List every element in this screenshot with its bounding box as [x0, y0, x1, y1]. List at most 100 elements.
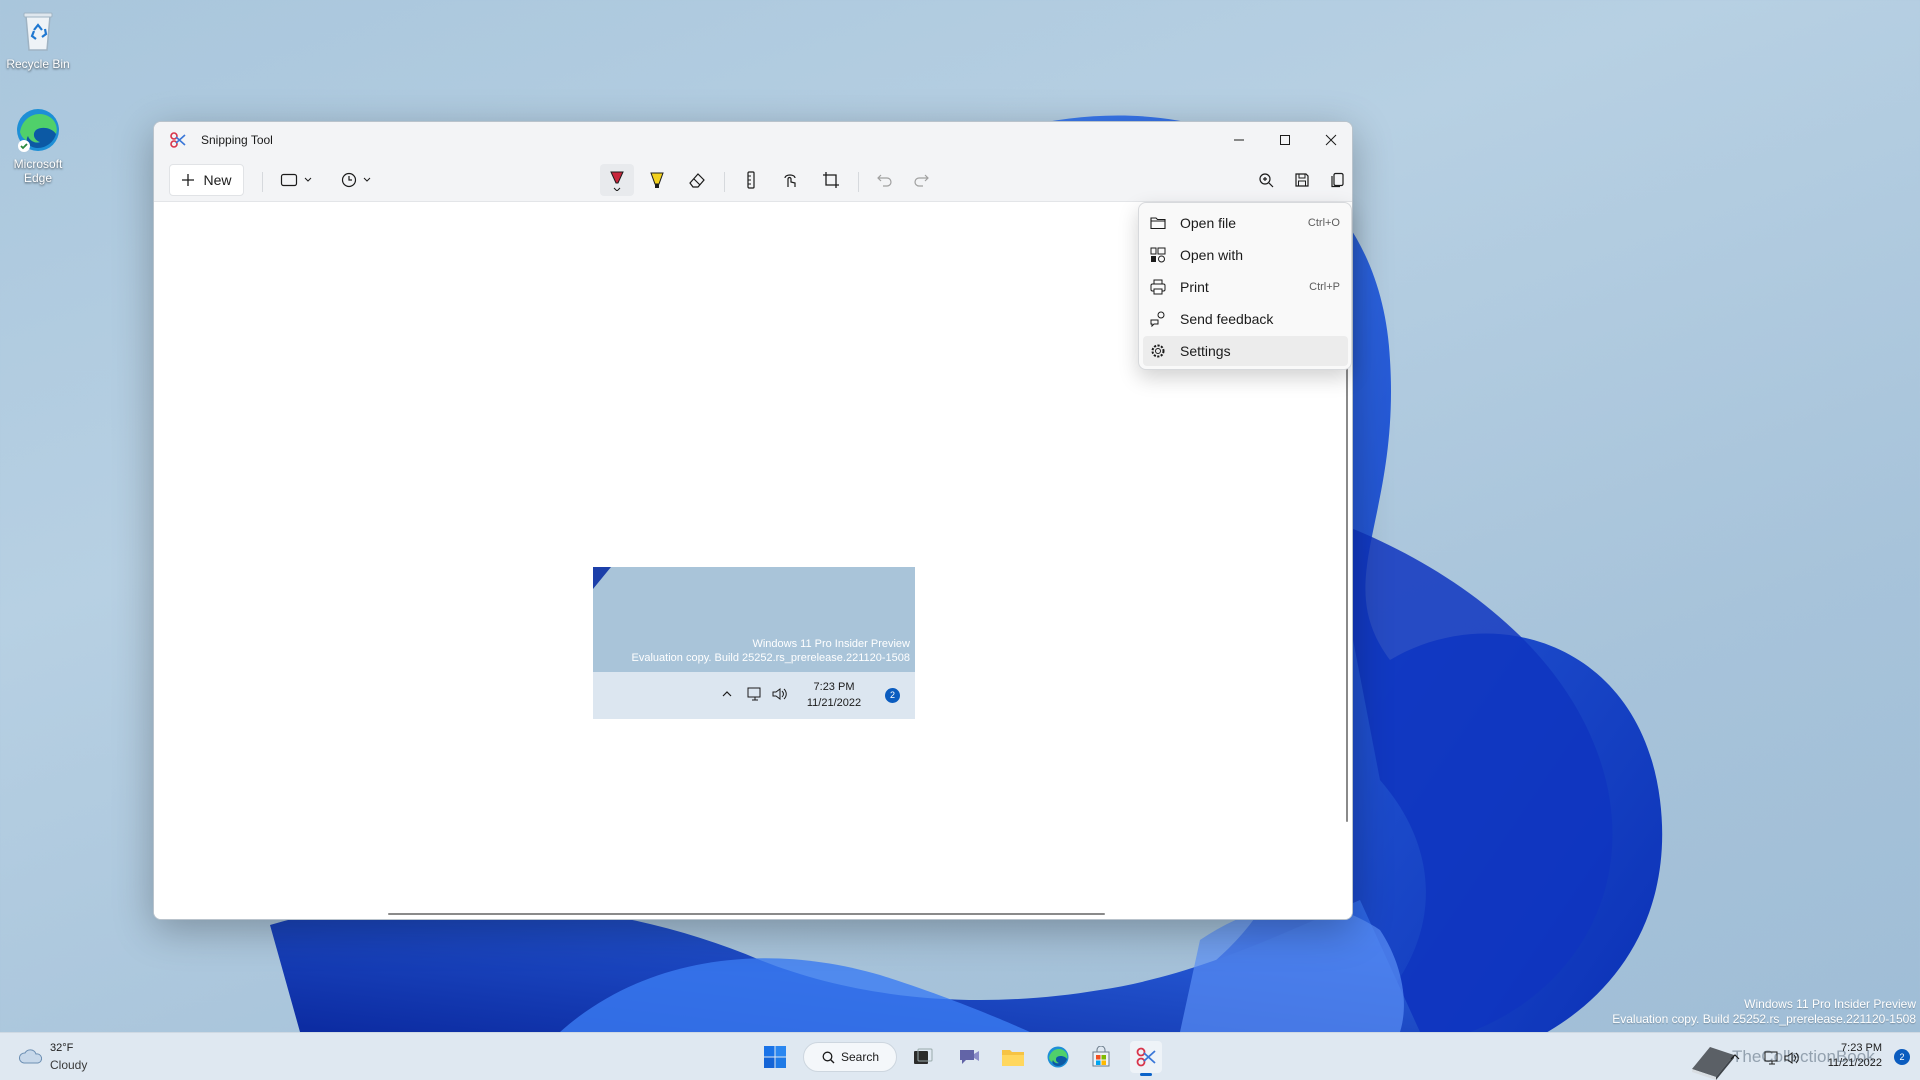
task-view-button[interactable]	[907, 1041, 939, 1073]
edge-taskbar-button[interactable]	[1042, 1041, 1074, 1073]
minimize-button[interactable]	[1216, 122, 1262, 158]
ruler-button[interactable]	[734, 164, 768, 196]
desktop-icon-label: Microsoft Edge	[13, 157, 63, 185]
zoom-icon	[1259, 173, 1274, 188]
volume-icon	[772, 688, 787, 700]
save-button[interactable]	[1285, 164, 1319, 196]
new-button-label: New	[203, 172, 232, 188]
horizontal-scrollbar[interactable]	[388, 913, 1105, 915]
crop-button[interactable]	[814, 164, 848, 196]
search-icon	[822, 1051, 835, 1063]
system-tray: TheCollectionBook 7:23 PM 11/21/2022 2	[1680, 1033, 1920, 1080]
taskbar-time: 7:23 PM	[1841, 1042, 1882, 1054]
toolbar-separator	[858, 172, 859, 192]
feedback-icon	[1150, 311, 1165, 327]
menu-item-label: Open file	[1180, 215, 1237, 231]
more-options-menu: Open file Ctrl+O Open with Print Ctrl+P …	[1138, 202, 1352, 370]
taskbar: 32°F Cloudy Search TheCollectionBook 7:2…	[0, 1032, 1920, 1080]
ballpoint-pen-icon	[610, 171, 624, 191]
chevron-up-icon	[722, 691, 732, 697]
desktop-watermark-line1: Windows 11 Pro Insider Preview	[1744, 997, 1916, 1011]
ruler-icon	[747, 171, 755, 189]
maximize-icon	[1280, 135, 1290, 145]
chat-button[interactable]	[953, 1041, 985, 1073]
crop-icon	[823, 172, 839, 188]
menu-item-send-feedback[interactable]: Send feedback	[1143, 304, 1348, 334]
chevron-up-icon[interactable]	[1730, 1053, 1740, 1061]
weather-condition: Cloudy	[50, 1058, 88, 1072]
desktop-icon-edge[interactable]: Microsoft Edge	[1, 106, 75, 185]
copy-button[interactable]	[1321, 164, 1352, 196]
ballpoint-pen-button[interactable]	[600, 164, 634, 196]
menu-item-label: Send feedback	[1180, 311, 1274, 327]
edge-icon	[1047, 1046, 1069, 1068]
window-title: Snipping Tool	[201, 133, 273, 147]
chevron-down-icon	[363, 177, 371, 182]
menu-item-print[interactable]: Print Ctrl+P	[1143, 272, 1348, 302]
undo-icon	[877, 174, 892, 187]
file-explorer-button[interactable]	[997, 1041, 1029, 1073]
snipping-tool-app-icon	[169, 131, 187, 149]
printer-icon	[1150, 279, 1166, 295]
snipping-tool-taskbar-button[interactable]	[1130, 1041, 1162, 1076]
snip-mode-dropdown[interactable]	[272, 164, 320, 196]
minimize-icon	[1234, 139, 1244, 141]
network-icon	[747, 687, 761, 701]
eraser-button[interactable]	[680, 164, 714, 196]
search-label: Search	[841, 1050, 880, 1064]
captured-watermark-line1: Windows 11 Pro Insider Preview	[752, 638, 910, 650]
menu-item-open-file[interactable]: Open file Ctrl+O	[1143, 208, 1348, 238]
task-view-icon	[914, 1048, 933, 1064]
desktop-icon-recycle-bin[interactable]: Recycle Bin	[1, 6, 75, 71]
captured-time: 7:23 PM	[813, 681, 855, 693]
open-with-icon	[1150, 247, 1166, 263]
delay-dropdown[interactable]	[332, 164, 380, 196]
plus-icon	[182, 174, 195, 186]
teams-chat-icon	[960, 1050, 979, 1064]
folder-icon	[1150, 217, 1166, 230]
desktop-icon-label: Recycle Bin	[6, 57, 70, 71]
gear-icon	[1151, 344, 1165, 358]
menu-item-settings[interactable]: Settings	[1143, 336, 1348, 366]
toolbar-separator	[262, 172, 263, 192]
close-icon	[1325, 134, 1337, 146]
vertical-scrollbar[interactable]	[1346, 363, 1348, 822]
taskbar-date: 11/21/2022	[1827, 1057, 1882, 1069]
captured-date: 11/21/2022	[806, 697, 862, 709]
save-icon	[1295, 173, 1309, 187]
menu-item-shortcut: Ctrl+O	[1307, 217, 1340, 229]
zoom-button[interactable]	[1249, 164, 1283, 196]
volume-icon[interactable]	[1784, 1051, 1800, 1065]
active-app-indicator	[1140, 1073, 1152, 1076]
recycle-bin-icon	[14, 6, 62, 54]
taskbar-search[interactable]: Search	[803, 1042, 897, 1072]
captured-wallpaper-corner	[593, 567, 611, 589]
taskbar-clock[interactable]: 7:23 PM 11/21/2022	[1828, 1041, 1882, 1071]
weather-temperature: 32°F	[50, 1042, 74, 1054]
title-bar[interactable]: Snipping Tool	[154, 122, 1352, 158]
delay-timer-icon	[341, 172, 357, 188]
cloud-icon	[18, 1049, 43, 1064]
redo-button[interactable]	[904, 164, 938, 196]
highlighter-button[interactable]	[640, 164, 674, 196]
toolbar: New	[154, 158, 1352, 202]
menu-item-shortcut: Ctrl+P	[1309, 281, 1340, 293]
chevron-down-icon	[304, 177, 312, 182]
weather-widget[interactable]: 32°F Cloudy	[16, 1041, 106, 1073]
touch-writing-icon	[784, 174, 796, 187]
store-button[interactable]	[1085, 1041, 1117, 1073]
captured-taskbar: 7:23 PM 11/21/2022 2	[593, 672, 915, 719]
start-button[interactable]	[759, 1041, 791, 1073]
close-button[interactable]	[1308, 122, 1352, 158]
maximize-button[interactable]	[1262, 122, 1308, 158]
captured-notification-badge: 2	[885, 688, 900, 703]
undo-button[interactable]	[868, 164, 902, 196]
desktop-watermark: Windows 11 Pro Insider Preview Evaluatio…	[1612, 997, 1916, 1027]
snip-mode-icon	[280, 173, 298, 187]
network-icon[interactable]	[1764, 1051, 1780, 1065]
menu-item-label: Open with	[1180, 247, 1244, 263]
menu-item-open-with[interactable]: Open with	[1143, 240, 1348, 270]
notification-badge[interactable]: 2	[1894, 1049, 1910, 1065]
touch-writing-button[interactable]	[774, 164, 808, 196]
new-snip-button[interactable]: New	[169, 164, 244, 196]
